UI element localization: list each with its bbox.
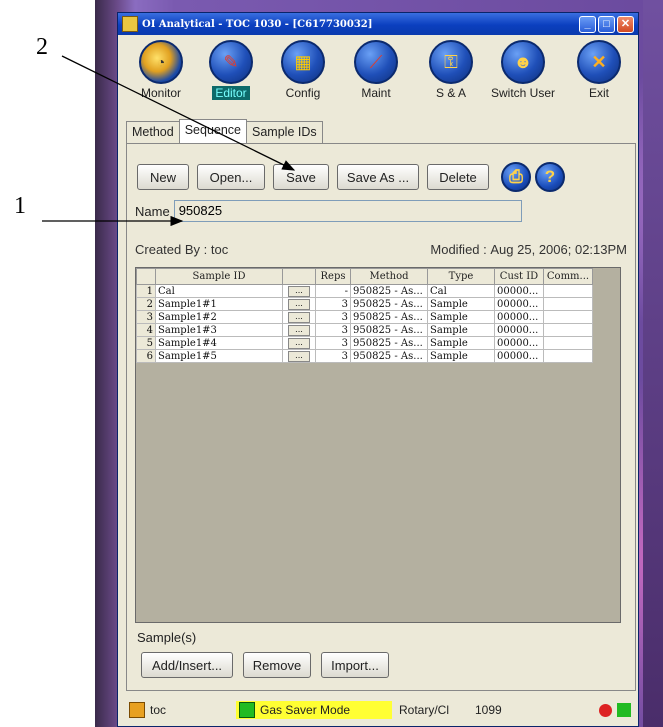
- callout-2-arrow: [61, 55, 296, 171]
- callout-arrows: [42, 55, 296, 227]
